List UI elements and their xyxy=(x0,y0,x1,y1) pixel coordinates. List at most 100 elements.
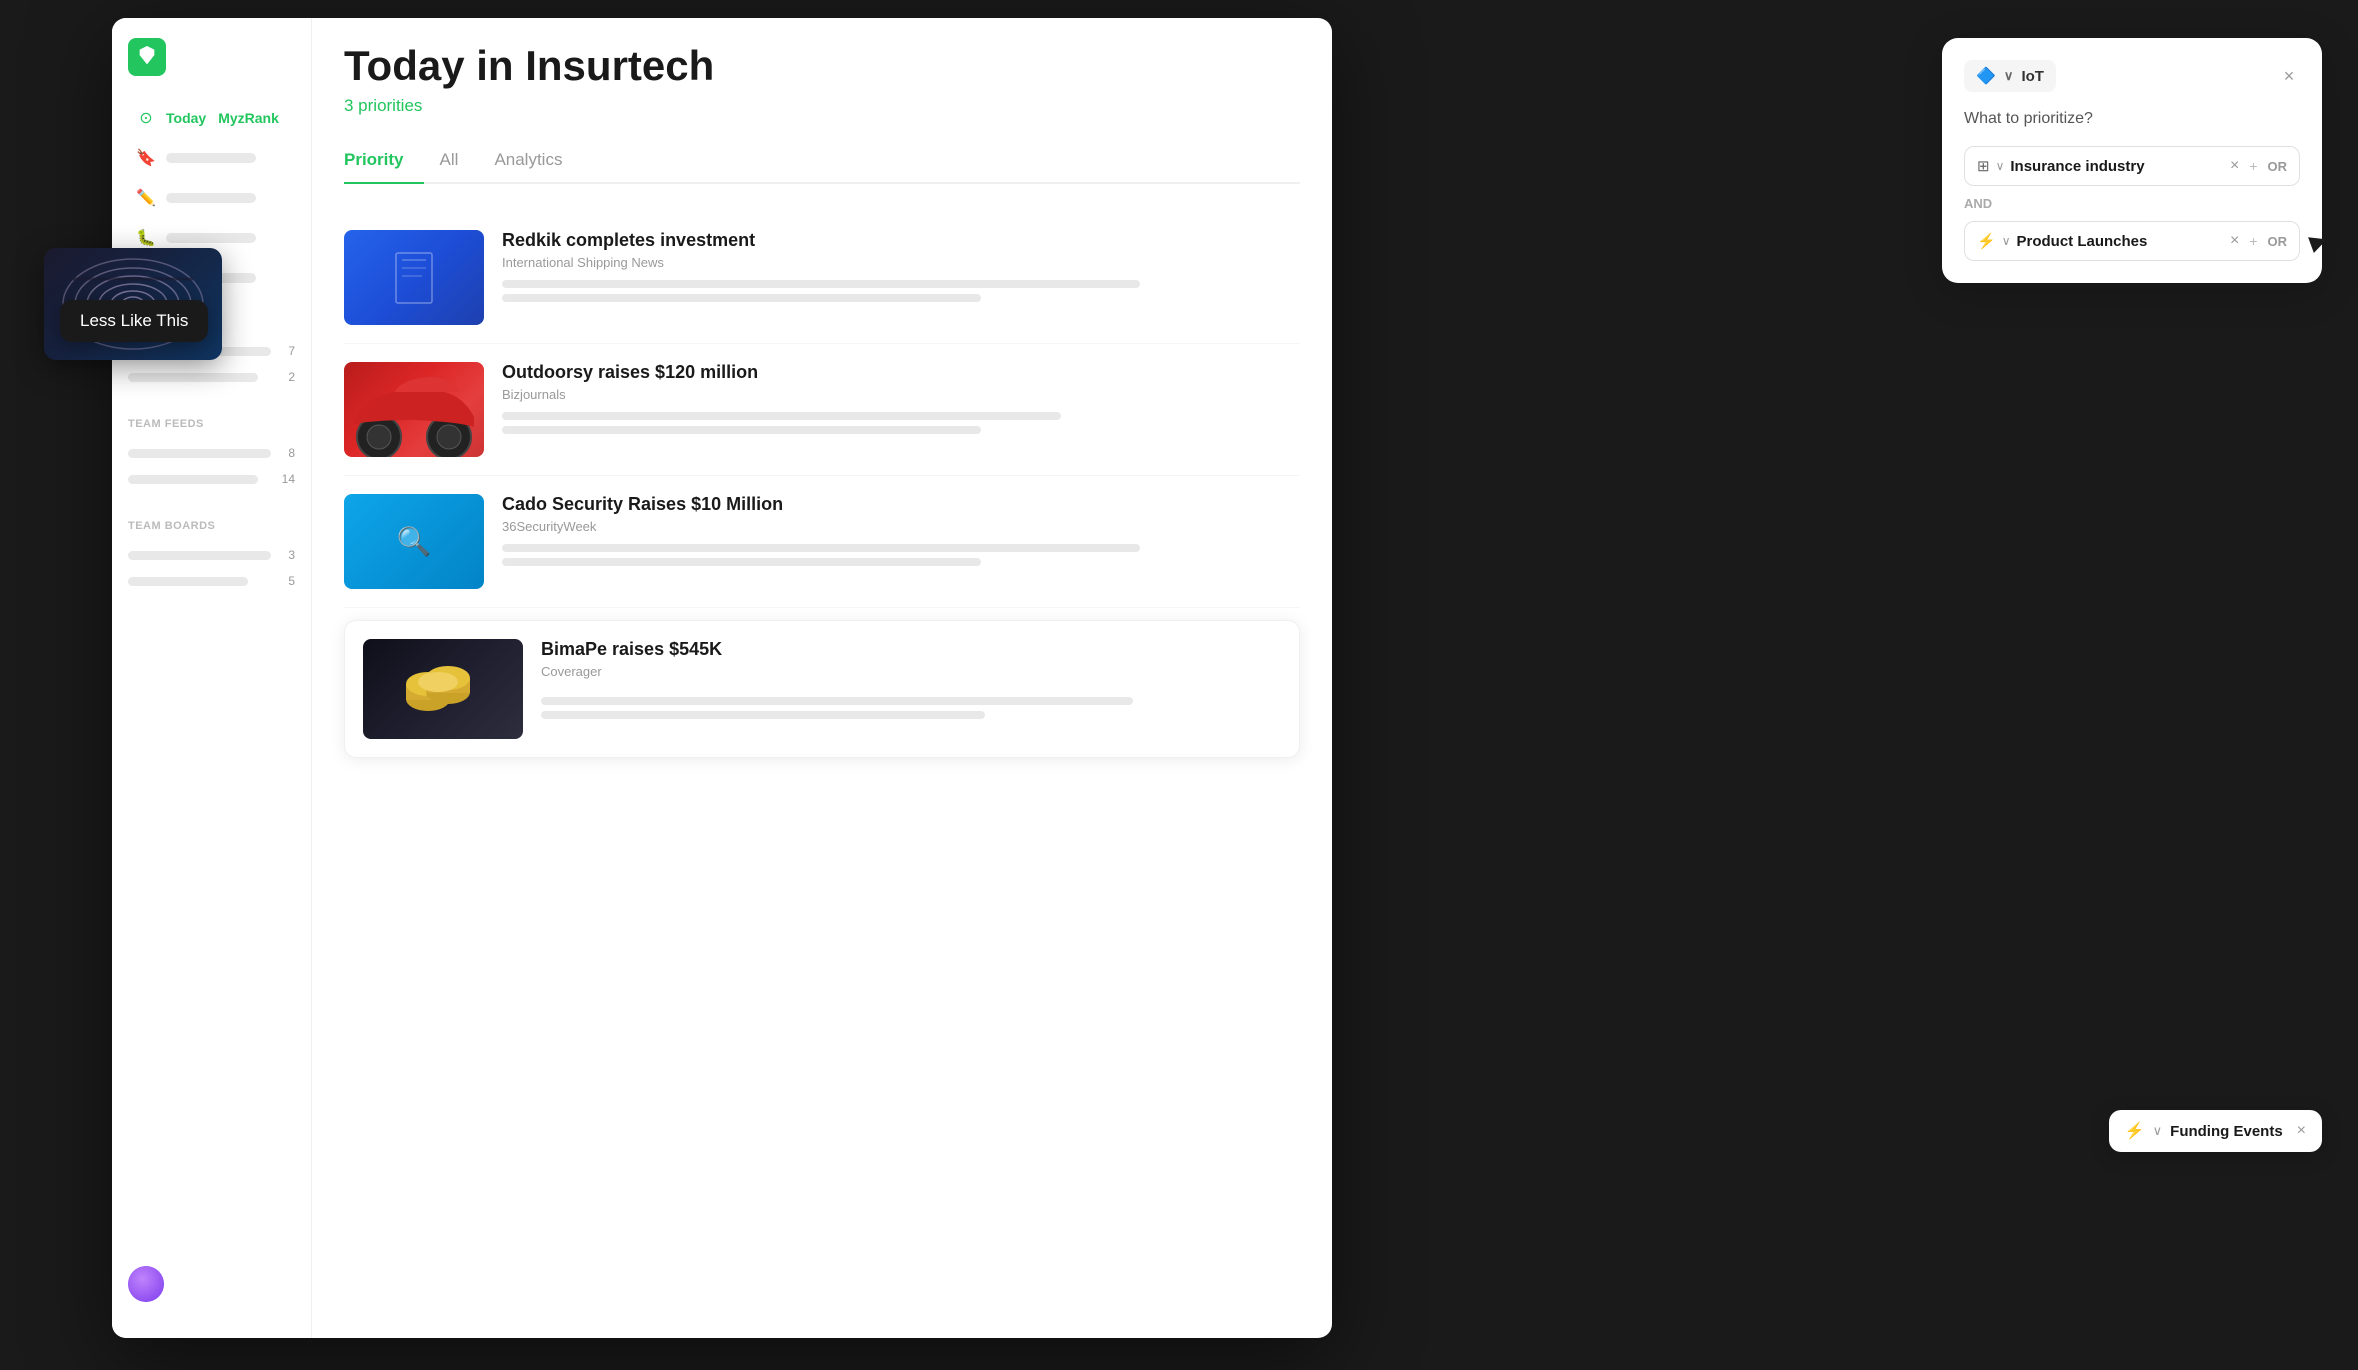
chip2-icon: ⚡ xyxy=(1977,232,1996,250)
article-2-thumbnail xyxy=(344,362,484,457)
chip2-label: Product Launches xyxy=(2016,233,2223,250)
article-3-bar-2 xyxy=(502,558,981,566)
team-feed-item-2[interactable]: 14 xyxy=(128,466,295,492)
less-like-this-label: Less Like This xyxy=(80,311,188,330)
team-board-2-label xyxy=(128,577,248,586)
chip1-or: OR xyxy=(2268,159,2288,174)
filter-question: What to prioritize? xyxy=(1964,110,2300,128)
team-feed-item-1[interactable]: 8 xyxy=(128,440,295,466)
chip1-icon: ⊞ xyxy=(1977,157,1990,175)
article-item[interactable]: Outdoorsy raises $120 million Bizjournal… xyxy=(344,344,1300,476)
avatar[interactable] xyxy=(128,1266,164,1302)
page-heading: Today in Insurtech xyxy=(344,42,1300,90)
article-1-source: International Shipping News xyxy=(502,255,1300,270)
funding-events-popup[interactable]: ⚡ ∨ Funding Events × xyxy=(2109,1110,2322,1152)
funding-events-icon: ⚡ xyxy=(2125,1121,2145,1141)
article-item[interactable]: 🔍 Cado Security Raises $10 Million 36Sec… xyxy=(344,476,1300,608)
leo-item-2-label xyxy=(128,373,258,382)
team-board-item-2[interactable]: 5 xyxy=(128,568,295,594)
team-feeds-section: TEAM FEEDS 8 14 xyxy=(112,398,311,500)
page-content-area: Today in Insurtech 3 priorities Priority… xyxy=(312,18,1332,1338)
funding-events-close[interactable]: × xyxy=(2297,1122,2306,1140)
tab-all[interactable]: All xyxy=(440,140,479,182)
team-board-1-count: 3 xyxy=(279,548,295,562)
app-title: MyzRank xyxy=(218,110,279,126)
sidebar-bookmark-label xyxy=(166,153,256,163)
article-3-info: Cado Security Raises $10 Million 36Secur… xyxy=(502,494,1300,589)
article-4-bar-2 xyxy=(541,711,985,719)
article-2-title: Outdoorsy raises $120 million xyxy=(502,362,1300,383)
filter-and-label: AND xyxy=(1964,196,2300,211)
iot-label: IoT xyxy=(2021,68,2044,85)
user-avatar-section xyxy=(112,1250,311,1318)
team-board-item-1[interactable]: 3 xyxy=(128,542,295,568)
article-list: Redkik completes investment Internationa… xyxy=(344,212,1300,758)
article-2-bar-2 xyxy=(502,426,981,434)
app-logo[interactable] xyxy=(128,38,166,76)
iot-badge[interactable]: 🔷 ∨ IoT xyxy=(1964,60,2056,92)
article-2-bars xyxy=(502,412,1300,434)
sidebar-item-today[interactable]: ⊙ Today MyzRank xyxy=(120,100,303,136)
sidebar-bug-label xyxy=(166,233,256,243)
article-2-source: Bizjournals xyxy=(502,387,1300,402)
chip1-close[interactable]: × xyxy=(2230,157,2239,175)
team-feed-2-label xyxy=(128,475,258,484)
article-4-title: BimaPe raises $545K xyxy=(541,639,1281,660)
sidebar-edit-label xyxy=(166,193,256,203)
article-1-bar-2 xyxy=(502,294,981,302)
bug-icon: 🐛 xyxy=(136,228,156,248)
avatar-image xyxy=(128,1266,164,1302)
sidebar: ⊙ Today MyzRank 🔖 ✏️ 🐛 xyxy=(112,18,312,1338)
iot-icon: 🔷 xyxy=(1976,66,1996,86)
edit-icon: ✏️ xyxy=(136,188,156,208)
article-3-thumbnail: 🔍 xyxy=(344,494,484,589)
article-3-title: Cado Security Raises $10 Million xyxy=(502,494,1300,515)
main-content: Today in Insurtech 3 priorities Priority… xyxy=(312,18,1332,1338)
article-3-bar-1 xyxy=(502,544,1140,552)
content-tabs: Priority All Analytics xyxy=(344,140,1300,184)
article-2-info: Outdoorsy raises $120 million Bizjournal… xyxy=(502,362,1300,457)
product-launches-chip[interactable]: ⚡ ∨ Product Launches × + OR ▶ xyxy=(1964,221,2300,261)
article-4-bar-1 xyxy=(541,697,1133,705)
article-3-bars xyxy=(502,544,1300,566)
article-item-highlighted[interactable]: BimaPe raises $545K Coverager xyxy=(344,620,1300,758)
leo-priority-item-2[interactable]: 2 xyxy=(128,364,295,390)
chip2-or: OR xyxy=(2268,234,2288,249)
team-feed-1-label xyxy=(128,449,271,458)
article-1-bar-1 xyxy=(502,280,1140,288)
team-feed-2-count: 14 xyxy=(279,472,295,486)
sidebar-item-edit[interactable]: ✏️ xyxy=(120,180,303,216)
article-1-title: Redkik completes investment xyxy=(502,230,1300,251)
article-4-thumbnail xyxy=(363,639,523,739)
leo-item-1-count: 7 xyxy=(279,344,295,358)
team-feed-1-count: 8 xyxy=(279,446,295,460)
home-icon: ⊙ xyxy=(136,108,156,128)
article-4-info: BimaPe raises $545K Coverager xyxy=(541,639,1281,739)
sidebar-today-label: Today xyxy=(166,110,206,126)
sidebar-item-bookmarks[interactable]: 🔖 xyxy=(120,140,303,176)
filter-panel-close-button[interactable]: × xyxy=(2278,65,2300,87)
article-1-bars xyxy=(502,280,1300,302)
funding-events-label: Funding Events xyxy=(2170,1123,2283,1140)
article-4-bars xyxy=(541,689,1281,719)
insurance-industry-chip[interactable]: ⊞ ∨ Insurance industry × + OR xyxy=(1964,146,2300,186)
tab-priority[interactable]: Priority xyxy=(344,140,424,182)
team-board-2-count: 5 xyxy=(279,574,295,588)
less-like-this-bubble[interactable]: Less Like This xyxy=(60,300,208,342)
chip2-close[interactable]: × xyxy=(2230,232,2239,250)
article-item[interactable]: Redkik completes investment Internationa… xyxy=(344,212,1300,344)
article-3-source: 36SecurityWeek xyxy=(502,519,1300,534)
article-1-thumbnail xyxy=(344,230,484,325)
article-1-info: Redkik completes investment Internationa… xyxy=(502,230,1300,325)
filter-panel: 🔷 ∨ IoT × What to prioritize? ⊞ ∨ Insura… xyxy=(1942,38,2322,283)
article-2-bar-1 xyxy=(502,412,1061,420)
team-boards-title: TEAM BOARDS xyxy=(128,520,295,532)
article-4-source: Coverager xyxy=(541,664,1281,679)
chip1-label: Insurance industry xyxy=(2010,158,2224,175)
cursor-arrow: ▶ xyxy=(2306,226,2331,256)
tab-analytics[interactable]: Analytics xyxy=(494,140,582,182)
team-boards-section: TEAM BOARDS 3 5 xyxy=(112,500,311,602)
team-board-1-label xyxy=(128,551,271,560)
filter-panel-header: 🔷 ∨ IoT × xyxy=(1964,60,2300,92)
bookmark-icon: 🔖 xyxy=(136,148,156,168)
